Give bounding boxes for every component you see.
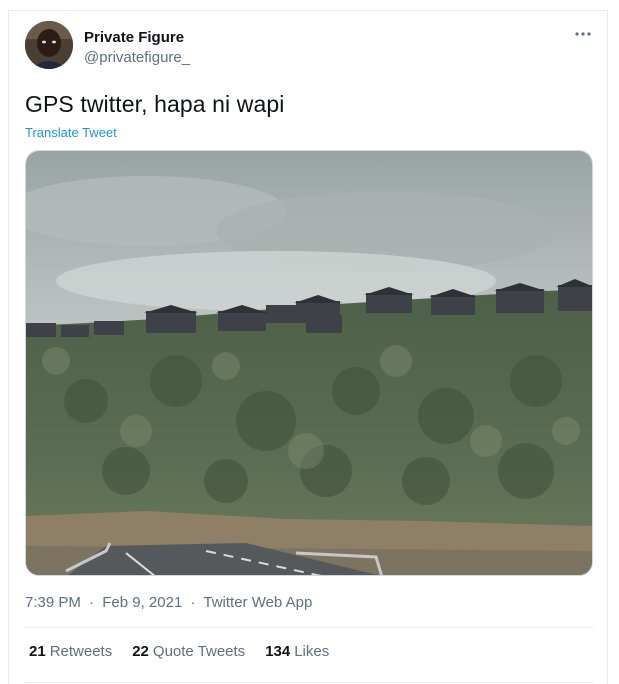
quote-tweets-count: 22 (132, 643, 149, 660)
tweet-photo[interactable] (25, 150, 593, 576)
quote-tweets-label: Quote Tweets (152, 643, 246, 660)
author-handle[interactable]: @privatefigure_ (84, 49, 190, 66)
tweet-text: GPS twitter, hapa ni wapi (25, 91, 285, 117)
avatar[interactable] (25, 21, 73, 69)
likes-label: Likes (294, 643, 330, 660)
divider (25, 682, 593, 683)
tweet-card: Private Figure @privatefigure_ GPS twitt… (8, 10, 608, 684)
likes-stat[interactable]: 134 Likes (265, 643, 329, 660)
divider (25, 627, 593, 628)
author-name[interactable]: Private Figure (84, 29, 184, 46)
retweets-count: 21 (29, 643, 46, 660)
meta-separator: · (190, 594, 196, 611)
retweets-label: Retweets (49, 643, 113, 660)
likes-count: 134 (265, 643, 291, 660)
tweet-date[interactable]: Feb 9, 2021 (102, 594, 182, 611)
quote-tweets-stat[interactable]: 22 Quote Tweets (132, 643, 245, 660)
tweet-meta: 7:39 PM · Feb 9, 2021 · Twitter Web App (25, 594, 312, 611)
tweet-source[interactable]: Twitter Web App (203, 594, 312, 611)
translate-tweet-link[interactable]: Translate Tweet (25, 125, 117, 140)
tweet-stats: 21 Retweets 22 Quote Tweets 134 Likes (29, 643, 349, 660)
retweets-stat[interactable]: 21 Retweets (29, 643, 112, 660)
tweet-time[interactable]: 7:39 PM (25, 594, 81, 611)
meta-separator: · (89, 594, 95, 611)
more-horizontal-icon[interactable] (572, 23, 594, 45)
